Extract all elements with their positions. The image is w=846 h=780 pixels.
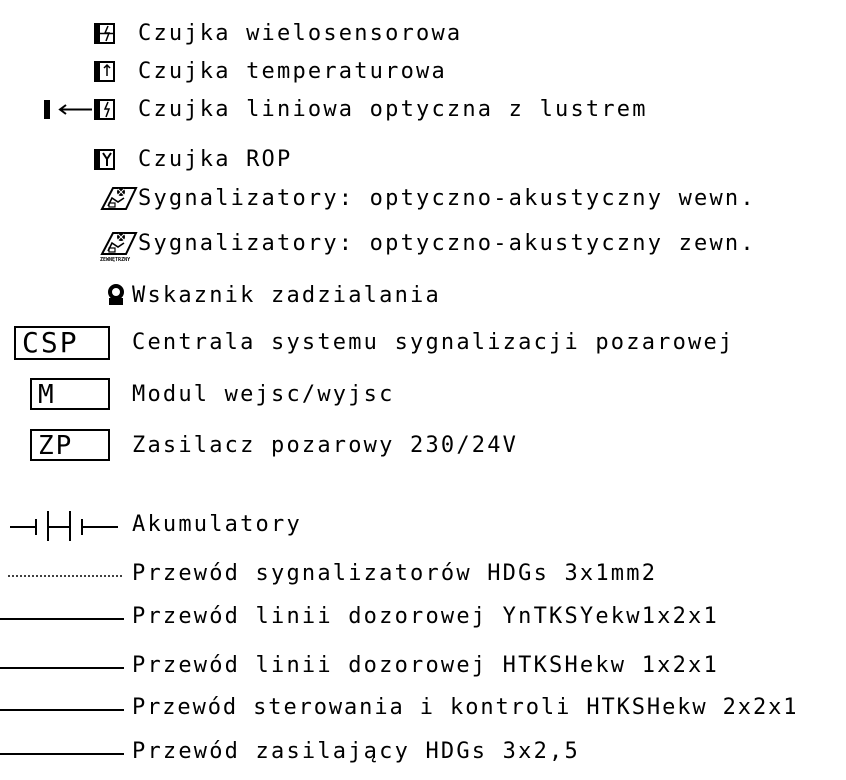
legend-row-csp: CSP Centrala systemu sygnalizacji pozaro… — [0, 324, 846, 364]
legend-label: Czujka wielosensorowa — [138, 21, 463, 46]
legend-row-linear-beam: Czujka liniowa optyczna z lustrem — [0, 92, 846, 128]
legend-label: Centrala systemu sygnalizacji pozarowej — [132, 330, 735, 355]
sounder-beacon-indoor-icon — [100, 187, 138, 210]
battery-icon — [10, 511, 118, 541]
legend-label: Czujka ROP — [138, 147, 293, 172]
legend-row-multisensor: Czujka wielosensorowa — [0, 16, 846, 52]
symbol-legend: Czujka wielosensorowa Czujka temperaturo… — [0, 0, 846, 780]
temperature-detector-icon — [94, 61, 115, 82]
dashed-line — [8, 575, 122, 577]
legend-label: Sygnalizatory: optyczno-akustyczny wewn. — [138, 186, 756, 211]
legend-row-detection-cable-2: Przewód linii dozorowej HTKSHekw 1x2x1 — [0, 648, 846, 684]
multisensor-detector-icon — [94, 23, 115, 44]
legend-label: Przewód zasilający HDGs 3x2,5 — [132, 739, 580, 764]
legend-label: Czujka temperaturowa — [138, 59, 447, 84]
solid-line — [0, 753, 124, 755]
legend-row-module: M Modul wejsc/wyjsc — [0, 377, 846, 417]
linear-beam-detector-icon — [44, 99, 115, 120]
legend-label: Przewód sygnalizatorów HDGs 3x1mm2 — [132, 561, 658, 586]
legend-label: Przewód linii dozorowej HTKSHekw 1x2x1 — [132, 653, 719, 678]
legend-row-indicator: Wskaznik zadzialania — [0, 278, 846, 314]
legend-label: Czujka liniowa optyczna z lustrem — [138, 97, 648, 122]
legend-label: Przewód sterowania i kontroli HTKSHekw 2… — [132, 695, 799, 720]
outdoor-tag: ZEWNĘTRZNY — [100, 257, 131, 263]
legend-row-power-cable: Przewód zasilający HDGs 3x2,5 — [0, 734, 846, 770]
legend-row-sounder-outdoor: ZEWNĘTRZNY Sygnalizatory: optyczno-akust… — [0, 226, 846, 263]
action-indicator-icon — [108, 284, 124, 305]
legend-label: Zasilacz pozarowy 230/24V — [132, 433, 519, 458]
legend-label: Wskaznik zadzialania — [132, 283, 441, 308]
legend-row-signal-cable: Przewód sygnalizatorów HDGs 3x1mm2 — [0, 556, 846, 592]
legend-row-rop: Czujka ROP — [0, 142, 846, 178]
power-supply-box: ZP — [30, 429, 110, 461]
legend-row-power-supply: ZP Zasilacz pozarowy 230/24V — [0, 428, 846, 468]
legend-label: Sygnalizatory: optyczno-akustyczny zewn. — [138, 231, 756, 256]
solid-line — [0, 618, 124, 620]
legend-row-detection-cable-1: Przewód linii dozorowej YnTKSYekw1x2x1 — [0, 599, 846, 635]
legend-label: Modul wejsc/wyjsc — [132, 382, 395, 407]
legend-row-temperature: Czujka temperaturowa — [0, 54, 846, 90]
legend-label: Przewód linii dozorowej YnTKSYekw1x2x1 — [132, 604, 719, 629]
manual-call-point-icon — [94, 149, 115, 170]
csp-box: CSP — [14, 326, 110, 360]
legend-row-sounder-indoor: Sygnalizatory: optyczno-akustyczny wewn. — [0, 181, 846, 217]
legend-row-battery: Akumulatory — [0, 507, 846, 543]
legend-row-control-cable: Przewód sterowania i kontroli HTKSHekw 2… — [0, 690, 846, 726]
solid-line — [0, 709, 124, 711]
solid-line — [0, 667, 124, 669]
legend-label: Akumulatory — [132, 512, 302, 537]
module-box: M — [30, 378, 110, 410]
